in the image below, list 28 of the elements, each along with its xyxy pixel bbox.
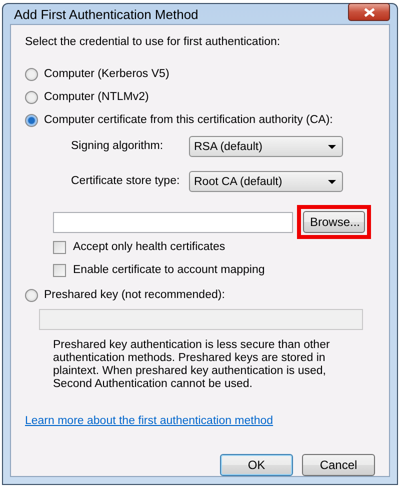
certificate-field[interactable]	[53, 212, 293, 232]
checkbox[interactable]	[53, 241, 66, 254]
warning-text: Preshared key authentication is less secure than other authentication methods. Preshared keys are stored in plaintext. When preshared key authentication is used, Second Authentication cannot be used.	[53, 339, 331, 391]
caret-icon	[328, 144, 336, 148]
radio-button[interactable]	[25, 289, 38, 302]
close-button[interactable]	[348, 3, 390, 21]
browse-button[interactable]: Browse...	[303, 211, 365, 233]
instruction-text: Select the credential to use for first authentication:	[25, 35, 282, 50]
radio-label: Computer (NTLMv2)	[44, 90, 149, 105]
checkbox[interactable]	[53, 264, 66, 277]
caret-icon	[328, 180, 336, 184]
radio-label: Computer certificate from this certification authority (CA):	[44, 113, 333, 128]
cancel-button[interactable]: Cancel	[302, 454, 375, 476]
field-label: Signing algorithm:	[71, 139, 164, 154]
radio-button[interactable]	[25, 68, 38, 81]
ok-button[interactable]: OK	[220, 454, 293, 476]
radio-button[interactable]	[25, 91, 38, 104]
dropdown[interactable]: RSA (default)	[189, 136, 343, 157]
radio-label: Computer (Kerberos V5)	[44, 67, 170, 82]
help-link[interactable]: Learn more about the first authentication method	[25, 414, 274, 429]
window-title: Add First Authentication Method	[14, 6, 198, 22]
field-label: Certificate store type:	[71, 174, 181, 189]
dropdown[interactable]: Root CA (default)	[189, 171, 343, 192]
close-icon	[364, 8, 374, 16]
radio-button[interactable]	[25, 114, 38, 127]
checkbox-label: Accept only health certificates	[73, 240, 226, 255]
radio-label: Preshared key (not recommended):	[44, 288, 225, 303]
checkbox-label: Enable certificate to account mapping	[73, 263, 265, 278]
